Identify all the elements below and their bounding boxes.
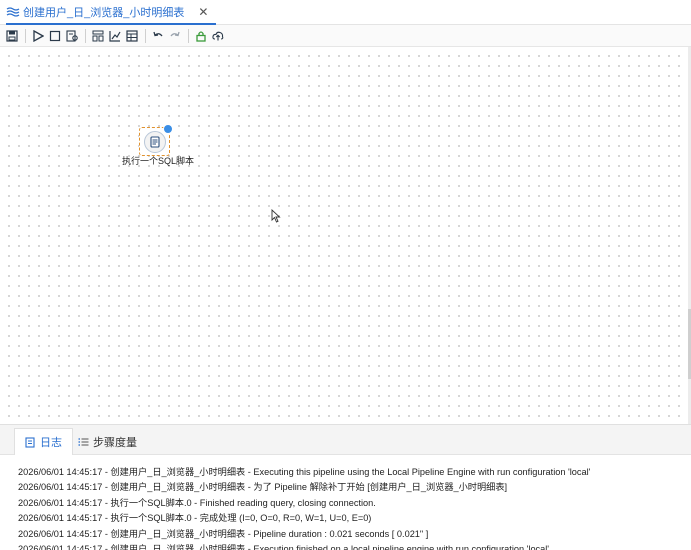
tab-step-metrics[interactable]: 步骤度量 (68, 428, 147, 455)
list-icon (78, 436, 89, 447)
toolbar-separator (188, 28, 189, 43)
tab-step-metrics-label: 步骤度量 (93, 436, 137, 449)
close-icon[interactable]: ✕ (198, 5, 208, 19)
log-icon (25, 436, 36, 448)
panel-tab-strip: 日志 步骤度量 (0, 425, 691, 455)
sql-script-node[interactable] (139, 124, 173, 156)
execution-results-panel: 日志 步骤度量 2026/06/01 14:45:17 - 创建用户_日_浏览器… (0, 424, 691, 550)
run-icon[interactable] (30, 28, 46, 44)
mouse-cursor-icon (271, 208, 281, 226)
pipeline-canvas[interactable] (0, 47, 688, 424)
log-line: 2026/06/01 14:45:17 - 创建用户_日_浏览器_小时明细表 -… (18, 543, 550, 550)
save-icon[interactable] (4, 28, 20, 44)
toolbar-separator (85, 28, 86, 43)
log-output[interactable]: 2026/06/01 14:45:17 - 创建用户_日_浏览器_小时明细表 -… (18, 465, 688, 550)
tab-log-label: 日志 (40, 437, 62, 449)
table-icon[interactable] (124, 28, 140, 44)
stop-icon[interactable] (47, 28, 63, 44)
chart-icon[interactable] (107, 28, 123, 44)
upload-icon[interactable] (210, 28, 226, 44)
log-line: 2026/06/01 14:45:17 - 执行一个SQL脚本.0 - Fini… (18, 497, 376, 508)
toolbar-separator (145, 28, 146, 43)
preview-icon[interactable] (64, 28, 80, 44)
toolbar-separator (25, 28, 26, 43)
undo-icon[interactable] (150, 28, 166, 44)
pipeline-tab[interactable]: 创建用户_日_浏览器_小时明细表 ✕ (6, 0, 217, 25)
sql-script-icon (143, 130, 166, 153)
pipeline-icon (6, 6, 20, 18)
pipeline-tab-label: 创建用户_日_浏览器_小时明细表 (23, 6, 185, 19)
log-line: 2026/06/01 14:45:17 - 创建用户_日_浏览器_小时明细表 -… (18, 482, 508, 493)
pipeline-toolbar (0, 25, 691, 47)
tab-log[interactable]: 日志 (14, 428, 73, 455)
align-icon[interactable] (90, 28, 106, 44)
editor-tab-strip: 创建用户_日_浏览器_小时明细表 ✕ (0, 0, 691, 25)
log-line: 2026/06/01 14:45:17 - 创建用户_日_浏览器_小时明细表 -… (18, 528, 429, 539)
sql-script-node-label: 执行一个SQL脚本 (122, 156, 195, 166)
redo-icon[interactable] (167, 28, 183, 44)
log-line: 2026/06/01 14:45:17 - 执行一个SQL脚本.0 - 完成处理… (18, 513, 372, 524)
lock-icon[interactable] (193, 28, 209, 44)
check-icon (163, 124, 173, 134)
log-line: 2026/06/01 14:45:17 - 创建用户_日_浏览器_小时明细表 -… (18, 467, 591, 477)
